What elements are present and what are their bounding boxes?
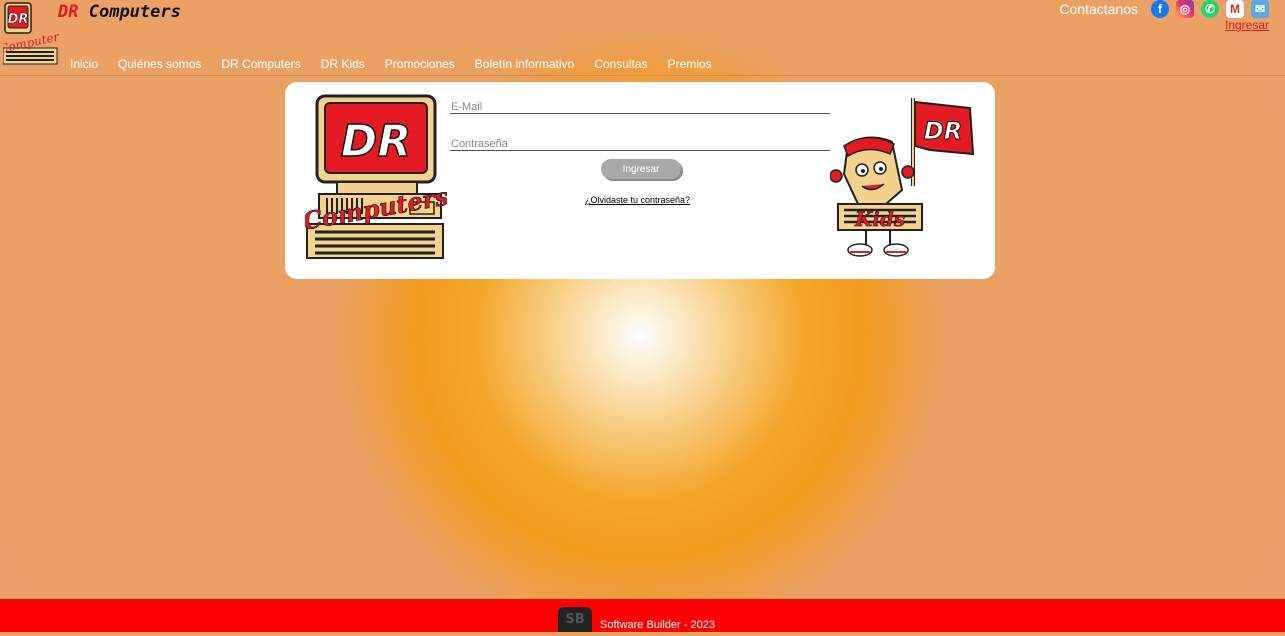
dr-computers-logo: DR Computers	[300, 94, 451, 260]
login-card: DR Computers Ingresar ¿Olvidast	[285, 82, 995, 279]
dr-kids-logo: DR Kids	[829, 94, 975, 262]
gmail-icon[interactable]: M	[1226, 0, 1244, 18]
nav-item-dr-computers[interactable]: DR Computers	[211, 57, 310, 71]
facebook-icon[interactable]: f	[1151, 0, 1169, 18]
header-divider	[0, 75, 1285, 76]
contact-bar: Contactanos f ◎ ✆ M ✉	[1059, 0, 1269, 18]
site-logo[interactable]: DR Computers	[0, 2, 66, 66]
nav-item-premios[interactable]: Premios	[658, 57, 722, 71]
logo-dr-text: DR	[8, 12, 29, 27]
site-header: DR Computers DR Computers Inicio Quiénes…	[0, 0, 1285, 75]
footer-logo-text: SB	[565, 612, 584, 627]
software-builder-logo: SB	[558, 607, 592, 632]
nav-item-quienes-somos[interactable]: Quiénes somos	[108, 57, 211, 71]
password-input[interactable]	[450, 138, 832, 150]
email-icon[interactable]: ✉	[1251, 0, 1269, 18]
nav-item-boletin[interactable]: Boletín informativo	[465, 57, 584, 71]
nav-item-dr-kids[interactable]: DR Kids	[311, 57, 375, 71]
brand-dr: DR	[58, 2, 79, 22]
forgot-password-link[interactable]: ¿Olvidaste tu contraseña?	[585, 195, 690, 205]
left-logo-dr: DR	[341, 116, 411, 167]
login-submit-button[interactable]: Ingresar	[601, 159, 681, 179]
email-field-wrapper	[450, 95, 832, 114]
kids-flag-dr: DR	[924, 117, 962, 145]
brand-title: DR Computers	[58, 2, 181, 22]
nav-item-promociones[interactable]: Promociones	[375, 57, 465, 71]
password-field-wrapper	[450, 132, 832, 151]
site-footer: SB Software Builder - 2023	[0, 599, 1285, 632]
whatsapp-icon[interactable]: ✆	[1201, 0, 1219, 18]
nav-item-consultas[interactable]: Consultas	[584, 57, 657, 71]
brand-computers: Computers	[88, 2, 181, 22]
footer-text: Software Builder - 2023	[600, 619, 715, 631]
contact-label: Contactanos	[1059, 1, 1138, 17]
email-input[interactable]	[450, 101, 832, 113]
instagram-icon[interactable]: ◎	[1176, 0, 1194, 18]
kids-text: Kids	[854, 207, 905, 231]
header-login-link[interactable]: Ingresar	[1225, 18, 1269, 32]
nav-item-inicio[interactable]: Inicio	[60, 57, 108, 71]
main-nav: Inicio Quiénes somos DR Computers DR Kid…	[60, 57, 722, 71]
